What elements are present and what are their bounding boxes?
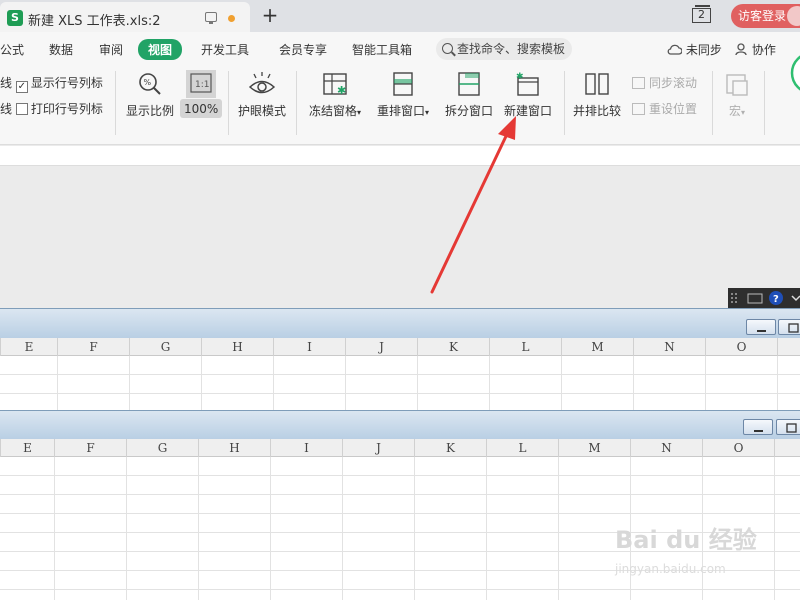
- watermark-logo: Bai du 经验: [615, 526, 757, 554]
- app-window: S 新建 XLS 工作表.xls:2 + 2 访客登录 公式 数据 审阅 视图 …: [0, 0, 800, 600]
- watermark-url: jingyan.baidu.com: [615, 562, 726, 576]
- annotation-arrow: [430, 116, 516, 294]
